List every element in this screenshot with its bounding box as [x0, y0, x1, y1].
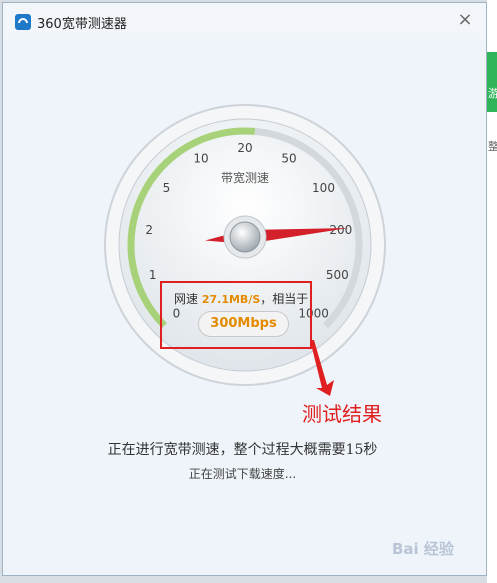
status-message: 正在进行宽带测速，整个过程大概需要15秒 [107, 442, 378, 458]
gauge-hub [229, 221, 261, 253]
gauge-tick-label: 50 [281, 152, 296, 166]
callout-arrow-icon [310, 340, 334, 396]
gauge-tick-label: 10 [193, 152, 208, 166]
speed-label: 网速 [174, 292, 199, 306]
app-logo-icon [15, 14, 31, 30]
speed-value: 27.1MB/S [201, 293, 261, 306]
gauge-tick-label: 20 [237, 141, 252, 155]
gauge-label: 带宽测速 [221, 170, 269, 185]
gauge-tick-label: 2 [145, 223, 153, 237]
window-title: 360宽带测速器 [37, 17, 127, 32]
gauge-tick-label: 500 [326, 268, 349, 282]
gauge-tick-label: 1 [149, 268, 157, 282]
close-button[interactable]: × [454, 9, 476, 31]
equivalent-label: ，相当于 [260, 292, 309, 306]
gauge-tick-label: 100 [312, 181, 335, 195]
background-text: 游 [488, 87, 497, 100]
callout-label: 测试结果 [302, 402, 382, 426]
background-green-panel [487, 52, 497, 112]
mbps-badge: 300Mbps [198, 311, 289, 337]
status-detail: 正在测试下载速度... [188, 467, 297, 481]
speed-readout: 网速 27.1MB/S，相当于 [174, 290, 308, 307]
gauge-tick-label: 5 [163, 181, 171, 195]
watermark-logo: Bai 经验 [392, 540, 454, 558]
title-bar: 360宽带测速器 × [3, 3, 486, 39]
background-text-2: 整 [488, 140, 497, 153]
